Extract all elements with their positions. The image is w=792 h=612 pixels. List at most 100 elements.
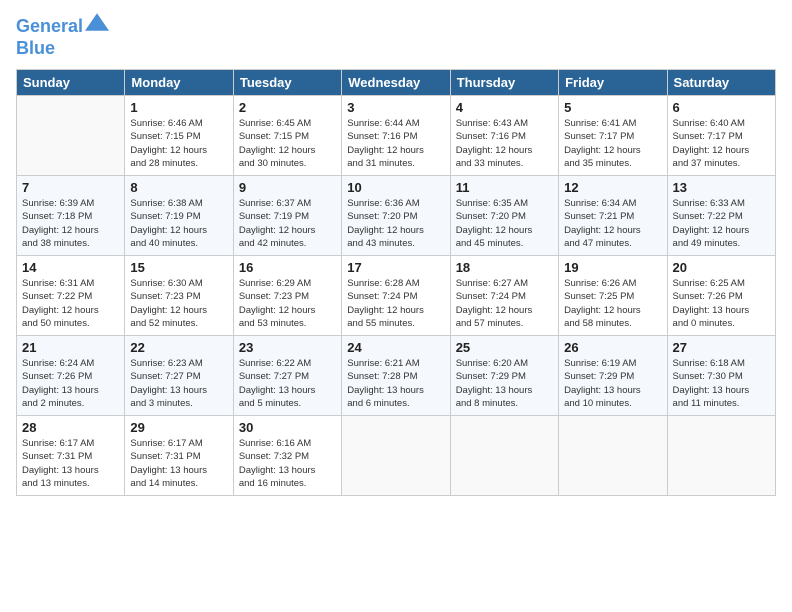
- logo-general: General: [16, 16, 83, 36]
- day-info: Sunrise: 6:17 AM Sunset: 7:31 PM Dayligh…: [130, 437, 227, 490]
- day-info: Sunrise: 6:35 AM Sunset: 7:20 PM Dayligh…: [456, 197, 553, 250]
- day-number: 8: [130, 180, 227, 195]
- day-number: 20: [673, 260, 770, 275]
- calendar-cell: 16Sunrise: 6:29 AM Sunset: 7:23 PM Dayli…: [233, 256, 341, 336]
- day-number: 14: [22, 260, 119, 275]
- day-info: Sunrise: 6:41 AM Sunset: 7:17 PM Dayligh…: [564, 117, 661, 170]
- day-info: Sunrise: 6:43 AM Sunset: 7:16 PM Dayligh…: [456, 117, 553, 170]
- weekday-header-row: SundayMondayTuesdayWednesdayThursdayFrid…: [17, 70, 776, 96]
- day-number: 13: [673, 180, 770, 195]
- day-number: 21: [22, 340, 119, 355]
- weekday-header-wednesday: Wednesday: [342, 70, 450, 96]
- weekday-header-saturday: Saturday: [667, 70, 775, 96]
- day-number: 28: [22, 420, 119, 435]
- calendar-cell: 29 Sunrise: 6:17 AM Sunset: 7:31 PM Dayli…: [125, 416, 233, 496]
- day-number: 23: [239, 340, 336, 355]
- calendar-cell: 5 Sunrise: 6:41 AM Sunset: 7:17 PM Daylig…: [559, 96, 667, 176]
- day-info: Sunrise: 6:27 AM Sunset: 7:24 PM Dayligh…: [456, 277, 553, 330]
- day-info: Sunrise: 6:45 AM Sunset: 7:15 PM Dayligh…: [239, 117, 336, 170]
- logo: General Blue: [16, 16, 109, 59]
- day-info: Sunrise: 6:22 AM Sunset: 7:27 PM Dayligh…: [239, 357, 336, 410]
- week-row-1: 1Sunrise: 6:46 AM Sunset: 7:15 PM Daylig…: [17, 96, 776, 176]
- day-number: 25: [456, 340, 553, 355]
- calendar-cell: [342, 416, 450, 496]
- day-number: 17: [347, 260, 444, 275]
- day-info: Sunrise: 6:30 AM Sunset: 7:23 PM Dayligh…: [130, 277, 227, 330]
- calendar-cell: 28 Sunrise: 6:17 AM Sunset: 7:31 PM Dayli…: [17, 416, 125, 496]
- calendar-cell: [667, 416, 775, 496]
- day-number: 10: [347, 180, 444, 195]
- calendar-cell: [559, 416, 667, 496]
- day-info: Sunrise: 6:37 AM Sunset: 7:19 PM Dayligh…: [239, 197, 336, 250]
- day-number: 9: [239, 180, 336, 195]
- day-number: 6: [673, 100, 770, 115]
- day-info: Sunrise: 6:36 AM Sunset: 7:20 PM Dayligh…: [347, 197, 444, 250]
- day-number: 4: [456, 100, 553, 115]
- calendar-cell: 10 Sunrise: 6:36 AM Sunset: 7:20 PM Dayli…: [342, 176, 450, 256]
- day-info: Sunrise: 6:21 AM Sunset: 7:28 PM Dayligh…: [347, 357, 444, 410]
- day-number: 29: [130, 420, 227, 435]
- calendar-cell: 21 Sunrise: 6:24 AM Sunset: 7:26 PM Dayli…: [17, 336, 125, 416]
- weekday-header-tuesday: Tuesday: [233, 70, 341, 96]
- day-info: Sunrise: 6:18 AM Sunset: 7:30 PM Dayligh…: [673, 357, 770, 410]
- day-info: Sunrise: 6:25 AM Sunset: 7:26 PM Dayligh…: [673, 277, 770, 330]
- day-number: 3: [347, 100, 444, 115]
- day-number: 22: [130, 340, 227, 355]
- weekday-header-friday: Friday: [559, 70, 667, 96]
- day-info: Sunrise: 6:34 AM Sunset: 7:21 PM Dayligh…: [564, 197, 661, 250]
- calendar-cell: 8 Sunrise: 6:38 AM Sunset: 7:19 PM Daylig…: [125, 176, 233, 256]
- calendar-table: SundayMondayTuesdayWednesdayThursdayFrid…: [16, 69, 776, 496]
- day-info: Sunrise: 6:33 AM Sunset: 7:22 PM Dayligh…: [673, 197, 770, 250]
- calendar-cell: 12 Sunrise: 6:34 AM Sunset: 7:21 PM Dayli…: [559, 176, 667, 256]
- week-row-5: 28 Sunrise: 6:17 AM Sunset: 7:31 PM Dayli…: [17, 416, 776, 496]
- day-info: Sunrise: 6:23 AM Sunset: 7:27 PM Dayligh…: [130, 357, 227, 410]
- day-number: 16: [239, 260, 336, 275]
- calendar-cell: 14 Sunrise: 6:31 AM Sunset: 7:22 PM Dayli…: [17, 256, 125, 336]
- calendar-cell: 13 Sunrise: 6:33 AM Sunset: 7:22 PM Dayli…: [667, 176, 775, 256]
- calendar-cell: 27 Sunrise: 6:18 AM Sunset: 7:30 PM Dayli…: [667, 336, 775, 416]
- page-container: General Blue SundayMondayTuesdayWednesda…: [0, 0, 792, 612]
- calendar-cell: 24 Sunrise: 6:21 AM Sunset: 7:28 PM Dayli…: [342, 336, 450, 416]
- calendar-cell: 30Sunrise: 6:16 AM Sunset: 7:32 PM Dayli…: [233, 416, 341, 496]
- week-row-4: 21 Sunrise: 6:24 AM Sunset: 7:26 PM Dayli…: [17, 336, 776, 416]
- day-number: 2: [239, 100, 336, 115]
- calendar-cell: 1Sunrise: 6:46 AM Sunset: 7:15 PM Daylig…: [125, 96, 233, 176]
- calendar-cell: 20 Sunrise: 6:25 AM Sunset: 7:26 PM Dayli…: [667, 256, 775, 336]
- calendar-cell: 26 Sunrise: 6:19 AM Sunset: 7:29 PM Dayli…: [559, 336, 667, 416]
- calendar-cell: 11 Sunrise: 6:35 AM Sunset: 7:20 PM Dayli…: [450, 176, 558, 256]
- calendar-cell: 7 Sunrise: 6:39 AM Sunset: 7:18 PM Daylig…: [17, 176, 125, 256]
- day-info: Sunrise: 6:31 AM Sunset: 7:22 PM Dayligh…: [22, 277, 119, 330]
- day-info: Sunrise: 6:24 AM Sunset: 7:26 PM Dayligh…: [22, 357, 119, 410]
- logo-icon: [85, 12, 109, 32]
- day-number: 5: [564, 100, 661, 115]
- week-row-3: 14 Sunrise: 6:31 AM Sunset: 7:22 PM Dayli…: [17, 256, 776, 336]
- day-info: Sunrise: 6:16 AM Sunset: 7:32 PM Dayligh…: [239, 437, 336, 490]
- day-number: 27: [673, 340, 770, 355]
- day-number: 18: [456, 260, 553, 275]
- calendar-cell: 18 Sunrise: 6:27 AM Sunset: 7:24 PM Dayli…: [450, 256, 558, 336]
- day-info: Sunrise: 6:44 AM Sunset: 7:16 PM Dayligh…: [347, 117, 444, 170]
- day-info: Sunrise: 6:39 AM Sunset: 7:18 PM Dayligh…: [22, 197, 119, 250]
- day-number: 11: [456, 180, 553, 195]
- logo-blue: Blue: [16, 38, 55, 58]
- logo-text: General Blue: [16, 16, 109, 59]
- day-info: Sunrise: 6:19 AM Sunset: 7:29 PM Dayligh…: [564, 357, 661, 410]
- calendar-cell: 25Sunrise: 6:20 AM Sunset: 7:29 PM Dayli…: [450, 336, 558, 416]
- calendar-cell: 3 Sunrise: 6:44 AM Sunset: 7:16 PM Daylig…: [342, 96, 450, 176]
- day-number: 15: [130, 260, 227, 275]
- day-number: 12: [564, 180, 661, 195]
- calendar-cell: 9 Sunrise: 6:37 AM Sunset: 7:19 PM Daylig…: [233, 176, 341, 256]
- weekday-header-sunday: Sunday: [17, 70, 125, 96]
- calendar-cell: 4 Sunrise: 6:43 AM Sunset: 7:16 PM Daylig…: [450, 96, 558, 176]
- calendar-cell: [17, 96, 125, 176]
- day-number: 7: [22, 180, 119, 195]
- calendar-cell: 23 Sunrise: 6:22 AM Sunset: 7:27 PM Dayli…: [233, 336, 341, 416]
- day-info: Sunrise: 6:17 AM Sunset: 7:31 PM Dayligh…: [22, 437, 119, 490]
- day-number: 24: [347, 340, 444, 355]
- day-info: Sunrise: 6:26 AM Sunset: 7:25 PM Dayligh…: [564, 277, 661, 330]
- header: General Blue: [16, 16, 776, 59]
- day-info: Sunrise: 6:38 AM Sunset: 7:19 PM Dayligh…: [130, 197, 227, 250]
- day-number: 26: [564, 340, 661, 355]
- calendar-cell: 19Sunrise: 6:26 AM Sunset: 7:25 PM Dayli…: [559, 256, 667, 336]
- calendar-cell: 2 Sunrise: 6:45 AM Sunset: 7:15 PM Daylig…: [233, 96, 341, 176]
